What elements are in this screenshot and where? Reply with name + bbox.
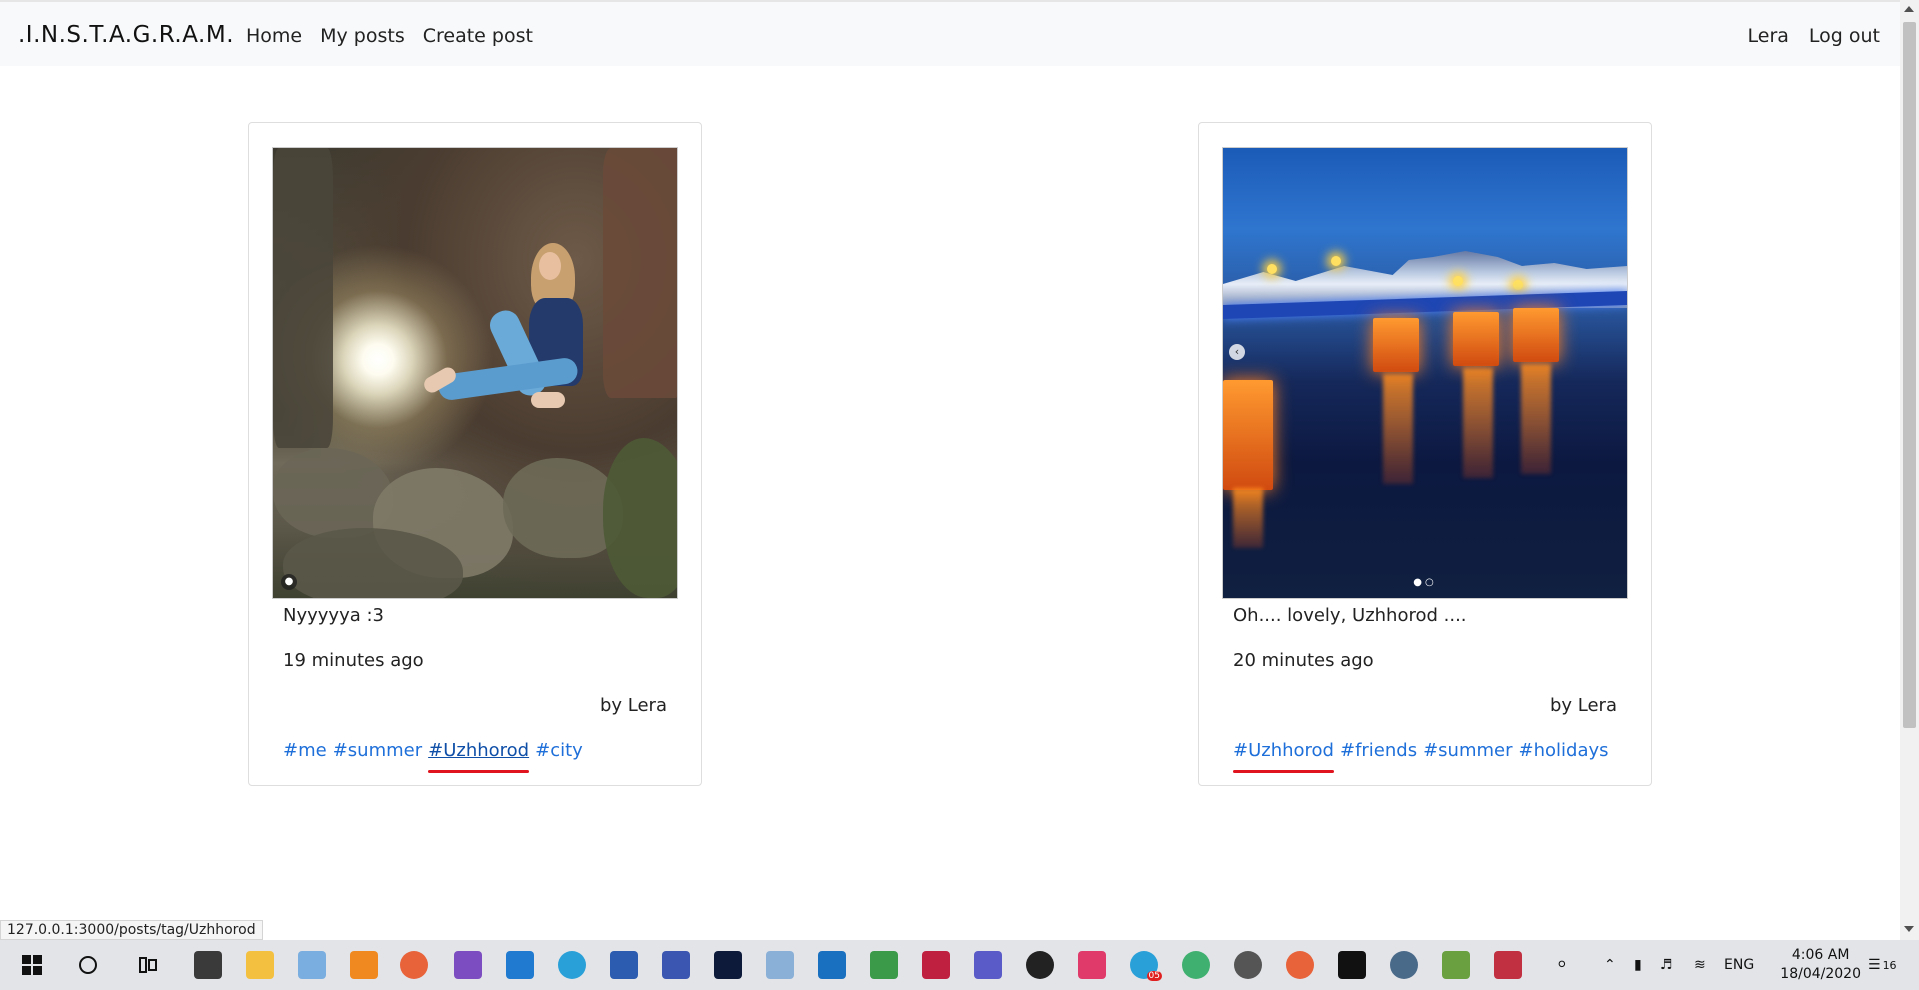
post-author: by Lera: [1549, 695, 1617, 716]
visio-icon[interactable]: [662, 951, 690, 979]
nav-create-post-link[interactable]: Create post: [423, 25, 533, 47]
tag-link[interactable]: #holidays: [1519, 740, 1609, 761]
clock-time: 4:06 AM: [1791, 947, 1850, 963]
red-underline-annotation: [428, 770, 530, 773]
clock-date: 18/04/2020: [1780, 966, 1861, 982]
paint-icon[interactable]: [766, 951, 794, 979]
post-caption: Nyyyyya :3: [283, 605, 384, 626]
tray-expand-icon[interactable]: ⌃: [1604, 940, 1616, 990]
search-circle-icon[interactable]: [74, 951, 102, 979]
post-time: 20 minutes ago: [1233, 650, 1374, 671]
post-time: 19 minutes ago: [283, 650, 424, 671]
telegram-icon[interactable]: 05: [1130, 951, 1162, 981]
post-author: by Lera: [599, 695, 667, 716]
post-caption: Oh.... lovely, Uzhhorod ....: [1233, 605, 1467, 626]
bridge-photo-scene: [1223, 148, 1627, 598]
word-icon[interactable]: [610, 951, 638, 979]
pen-icon[interactable]: [1442, 951, 1470, 979]
notepad-icon[interactable]: [298, 951, 326, 979]
post-tags: #me #summer #Uzhhorod #city: [283, 740, 583, 773]
tag-link-label: #Uzhhorod: [1233, 740, 1334, 761]
nav-my-posts-link[interactable]: My posts: [320, 25, 405, 47]
post-photo[interactable]: ●: [272, 147, 678, 599]
vscode-icon[interactable]: [506, 951, 534, 979]
scroll-down-icon[interactable]: [1904, 926, 1914, 932]
tag-link[interactable]: #summer: [1423, 740, 1512, 761]
status-bar-url: 127.0.0.1:3000/posts/tag/Uzhhorod: [0, 920, 263, 940]
tag-link-label: #Uzhhorod: [428, 740, 530, 761]
tag-link[interactable]: #friends: [1340, 740, 1417, 761]
navbar: .I.N.S.T.A.G.R.A.M. Home My posts Create…: [0, 0, 1900, 66]
page-scrollbar[interactable]: [1900, 0, 1919, 940]
visual-studio-icon[interactable]: [454, 951, 482, 979]
github-icon[interactable]: [1026, 951, 1054, 979]
carousel-dots: ●○: [1413, 577, 1437, 588]
carousel-prev-icon[interactable]: ‹: [1229, 344, 1245, 360]
firefox-icon[interactable]: [1286, 951, 1314, 979]
photoshop-icon[interactable]: [714, 951, 742, 979]
nav-links: Home My posts Create post: [246, 25, 533, 47]
tagged-user-icon[interactable]: ●: [281, 574, 297, 590]
tag-link-hovered[interactable]: #Uzhhorod: [428, 740, 530, 773]
vlc-icon[interactable]: [350, 951, 378, 979]
tag-link[interactable]: #me: [283, 740, 327, 761]
telegram-icon[interactable]: [558, 951, 586, 979]
settings-gear-icon[interactable]: [1390, 951, 1418, 979]
notification-count: 16: [1882, 958, 1897, 972]
firefox-icon[interactable]: [400, 951, 428, 979]
excel-icon[interactable]: [870, 951, 898, 979]
post-tags: #Uzhhorod #friends #summer #holidays: [1233, 740, 1609, 773]
slack-icon[interactable]: [1078, 951, 1106, 979]
terminal-icon[interactable]: [1338, 951, 1366, 979]
scroll-thumb[interactable]: [1903, 22, 1916, 728]
tag-link[interactable]: #city: [535, 740, 583, 761]
task-view-icon[interactable]: [134, 951, 162, 979]
video-icon[interactable]: [1494, 951, 1522, 979]
people-icon[interactable]: ⚪: [1556, 940, 1568, 990]
battery-icon[interactable]: ▮: [1634, 940, 1642, 990]
post-photo[interactable]: ‹ ●○: [1222, 147, 1628, 599]
tag-link-annotated[interactable]: #Uzhhorod: [1233, 740, 1334, 773]
post-card: ● Nyyyyya :3 19 minutes ago by Lera #me …: [248, 122, 702, 786]
telegram-badge: 05: [1146, 971, 1162, 981]
nav-home-link[interactable]: Home: [246, 25, 302, 47]
wifi-icon[interactable]: ≋: [1694, 940, 1706, 990]
rubymine-icon[interactable]: [922, 951, 950, 979]
file-explorer-icon[interactable]: [246, 951, 274, 979]
logout-link[interactable]: Log out: [1809, 25, 1880, 47]
red-underline-annotation: [1233, 770, 1334, 773]
nav-right: Lera Log out: [1748, 25, 1881, 47]
notification-center-icon[interactable]: ☰ 16: [1868, 940, 1897, 990]
taskbar-clock[interactable]: 4:06 AM 18/04/2020: [1780, 946, 1861, 984]
cave-photo-scene: [273, 148, 677, 598]
volume-icon[interactable]: ♬: [1660, 940, 1673, 990]
calculator-icon[interactable]: [194, 951, 222, 979]
user-name-link[interactable]: Lera: [1748, 25, 1789, 47]
brand-logo[interactable]: .I.N.S.T.A.G.R.A.M.: [18, 22, 234, 48]
windows-taskbar: 05 ⚪ ⌃ ▮ ♬ ≋ ENG 4:06 AM 18/04/2020 ☰ 16: [0, 940, 1919, 990]
language-indicator[interactable]: ENG: [1724, 940, 1754, 990]
settings-icon[interactable]: [1234, 951, 1262, 979]
teams-icon[interactable]: [974, 951, 1002, 979]
scroll-up-icon[interactable]: [1904, 6, 1914, 12]
tag-link[interactable]: #summer: [333, 740, 422, 761]
atom-icon[interactable]: [1182, 951, 1210, 979]
shark-icon[interactable]: [818, 951, 846, 979]
windows-start-icon[interactable]: [18, 951, 46, 979]
post-card: ‹ ●○ Oh.... lovely, Uzhhorod .... 20 min…: [1198, 122, 1652, 786]
